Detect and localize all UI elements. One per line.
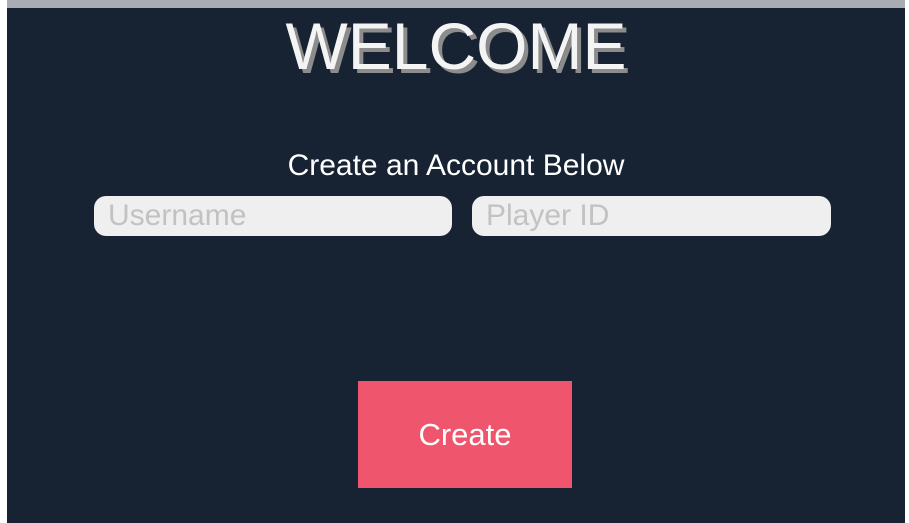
app-window: WELCOME Create an Account Below Create	[7, 0, 905, 523]
player-id-field[interactable]	[472, 196, 831, 236]
create-button[interactable]: Create	[358, 381, 572, 488]
create-account-subtitle: Create an Account Below	[287, 149, 625, 182]
welcome-title: WELCOME	[285, 9, 627, 83]
username-input[interactable]	[108, 199, 438, 233]
player-id-input[interactable]	[486, 199, 817, 233]
top-strip	[7, 0, 905, 8]
username-field[interactable]	[94, 196, 452, 236]
